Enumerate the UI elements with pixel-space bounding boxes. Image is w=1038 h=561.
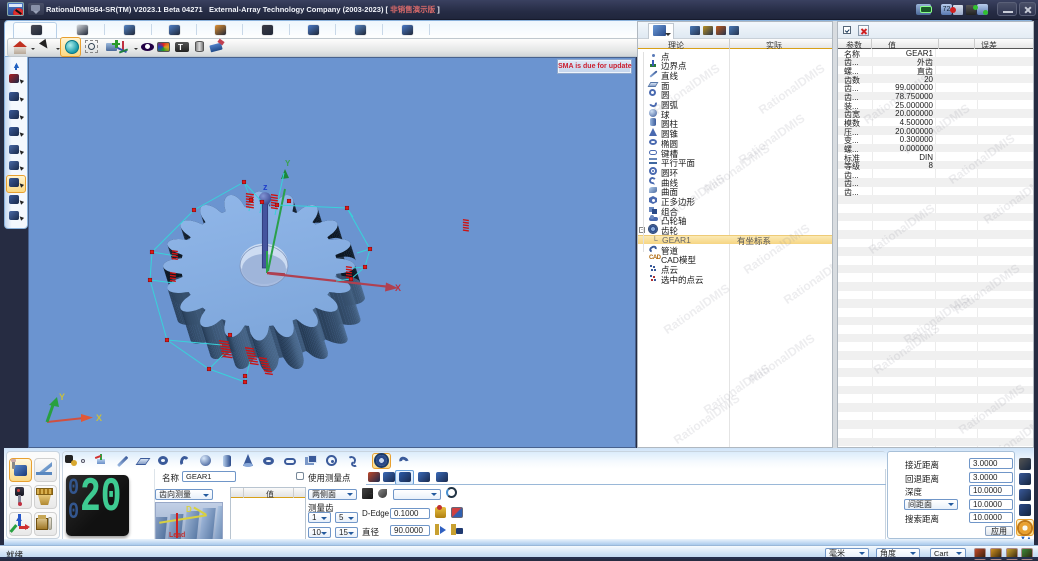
- svg-text:Y: Y: [285, 159, 291, 168]
- svg-text:X: X: [96, 413, 102, 423]
- svg-text:X: X: [395, 283, 401, 293]
- svg-text:z: z: [263, 182, 268, 192]
- svg-text:Y: Y: [59, 392, 65, 402]
